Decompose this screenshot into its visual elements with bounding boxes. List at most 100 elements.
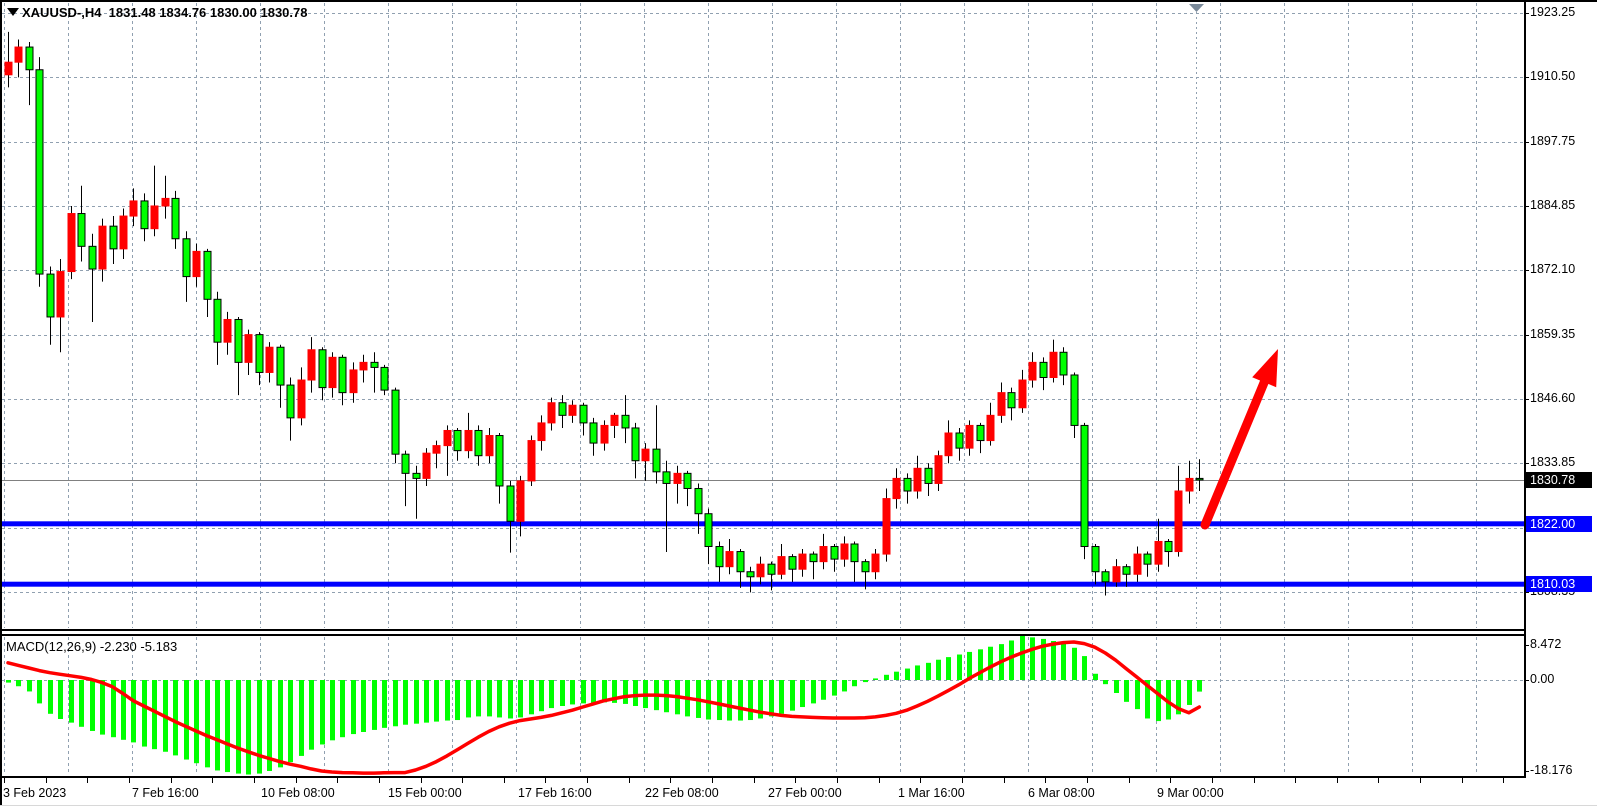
pane-divider[interactable] xyxy=(0,629,1526,631)
candle-bear xyxy=(851,544,858,562)
candle-bear xyxy=(1102,572,1109,582)
macd-histogram-bar xyxy=(225,680,230,772)
macd-axis-zero: 0.00 xyxy=(1530,673,1554,686)
macd-histogram-bar xyxy=(121,680,126,740)
candle-bear xyxy=(925,468,932,483)
candle-bull xyxy=(1050,352,1057,377)
support-line-1810.03[interactable] xyxy=(2,582,1524,587)
candle-bear xyxy=(26,47,33,70)
macd-histogram-bar xyxy=(1009,640,1014,680)
candle-bull xyxy=(162,198,169,206)
candle-bull xyxy=(298,380,305,418)
candle-bear xyxy=(862,562,869,572)
candle-bull xyxy=(423,453,430,478)
candle-bull xyxy=(444,430,451,445)
macd-histogram-bar xyxy=(361,680,366,732)
candle-bear xyxy=(507,486,514,521)
macd-histogram-bar xyxy=(236,680,241,774)
candle-bear xyxy=(716,547,723,567)
candle-bear xyxy=(204,251,211,299)
macd-axis-min: -18.176 xyxy=(1530,764,1572,777)
macd-histogram-bar xyxy=(1082,656,1087,680)
macd-histogram-bar xyxy=(884,675,889,680)
candle-bear xyxy=(475,430,482,455)
macd-histogram-bar xyxy=(257,680,262,774)
macd-histogram-bar xyxy=(497,680,502,717)
macd-histogram-bar xyxy=(445,680,450,721)
candle-bear xyxy=(1165,541,1172,551)
macd-histogram-bar xyxy=(69,680,74,723)
candle-bear xyxy=(78,214,85,247)
current-price-badge: 1830.78 xyxy=(1525,472,1592,488)
candle-bear xyxy=(789,557,796,570)
macd-histogram-bar xyxy=(738,680,743,721)
candle-bear xyxy=(705,514,712,547)
macd-pane-bottom-border xyxy=(0,776,1526,778)
macd-histogram-bar xyxy=(779,680,784,714)
macd-histogram-bar xyxy=(915,665,920,680)
candle-bull xyxy=(5,62,12,75)
candle-bull xyxy=(726,552,733,567)
macd-histogram-bar xyxy=(1135,680,1140,709)
candle-bear xyxy=(810,554,817,562)
macd-histogram-bar xyxy=(508,680,513,718)
trend-arrow-head[interactable] xyxy=(1252,349,1278,387)
window-bottom-edge xyxy=(0,805,1597,806)
macd-histogram-bar xyxy=(978,649,983,680)
macd-histogram-bar xyxy=(215,680,220,770)
macd-histogram-bar xyxy=(142,680,147,747)
candle-bear xyxy=(663,472,670,484)
candle-bull xyxy=(611,415,618,425)
macd-histogram-bar xyxy=(6,680,11,683)
candle-bear xyxy=(1008,393,1015,408)
macd-histogram-bar xyxy=(873,678,878,680)
time-axis-label: 27 Feb 00:00 xyxy=(768,786,842,800)
price-axis-label: 1833.85 xyxy=(1530,456,1575,469)
macd-histogram-bar xyxy=(466,680,471,717)
candle-bull xyxy=(799,554,806,569)
support-line-1822.00[interactable] xyxy=(2,521,1524,526)
candle-bear xyxy=(1144,554,1151,564)
macd-histogram-bar xyxy=(1103,680,1108,684)
macd-histogram-bar xyxy=(37,680,42,703)
macd-histogram-bar xyxy=(988,647,993,680)
candle-bull xyxy=(998,393,1005,416)
trend-arrow-shaft[interactable] xyxy=(1205,375,1267,525)
candle-bull xyxy=(1186,478,1193,491)
candle-bear xyxy=(1081,425,1088,546)
macd-histogram-bar xyxy=(184,680,189,760)
candle-bear xyxy=(1040,362,1047,377)
candle-bear xyxy=(590,423,597,443)
macd-histogram-bar xyxy=(769,680,774,716)
macd-histogram-bar xyxy=(832,680,837,696)
macd-histogram-bar xyxy=(1156,680,1161,721)
candle-bear xyxy=(904,478,911,491)
macd-histogram-bar xyxy=(852,680,857,686)
time-axis-label: 6 Mar 08:00 xyxy=(1028,786,1095,800)
macd-histogram-bar xyxy=(863,680,868,682)
macd-histogram-bar xyxy=(905,669,910,680)
window-top-border xyxy=(0,0,1597,2)
candle-bear xyxy=(183,239,190,277)
macd-histogram-bar xyxy=(727,680,732,721)
time-axis-label: 9 Mar 00:00 xyxy=(1157,786,1224,800)
macd-histogram-bar xyxy=(455,680,460,720)
macd-histogram-bar xyxy=(936,660,941,680)
macd-histogram-bar xyxy=(790,680,795,711)
macd-histogram-bar xyxy=(424,680,429,723)
candle-bear xyxy=(172,198,179,238)
candle-bull xyxy=(360,362,367,370)
macd-histogram-bar xyxy=(946,657,951,680)
macd-histogram-bar xyxy=(1124,680,1129,702)
chart-shift-marker-icon[interactable] xyxy=(1189,4,1204,12)
candle-bull xyxy=(130,201,137,216)
chart-canvas[interactable] xyxy=(0,0,1597,811)
candle-bear xyxy=(1071,375,1078,425)
candle-bull xyxy=(15,47,22,62)
macd-histogram-bar xyxy=(100,680,105,735)
macd-histogram-bar xyxy=(1061,644,1066,680)
candle-bull xyxy=(266,347,273,372)
candle-bull xyxy=(872,554,879,572)
macd-histogram-bar xyxy=(821,680,826,700)
macd-histogram-bar xyxy=(1093,674,1098,680)
